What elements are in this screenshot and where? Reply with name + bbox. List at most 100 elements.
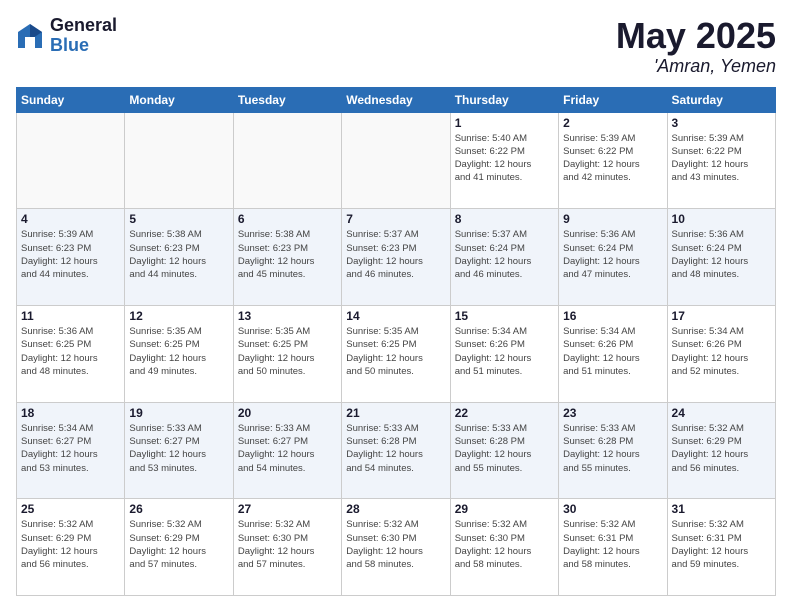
calendar-cell: 4Sunrise: 5:39 AM Sunset: 6:23 PM Daylig… <box>17 209 125 306</box>
col-sunday: Sunday <box>17 87 125 112</box>
calendar-row-2: 11 Sunrise: 5:36 AM Sunset: 6:25 PM Dayli… <box>17 305 776 402</box>
day-info: Sunrise: 5:40 AM Sunset: 6:22 PM Dayligh… <box>455 132 554 185</box>
day-number: 19 <box>129 406 228 420</box>
day-info: Sunrise: 5:36 AM Sunset: 6:24 PM Dayligh… <box>672 228 771 281</box>
day-info: Sunrise: 5:33 AM Sunset: 6:27 PM Dayligh… <box>129 422 228 475</box>
col-saturday: Saturday <box>667 87 775 112</box>
day-number: 26 <box>129 502 228 516</box>
calendar-row-4: 25Sunrise: 5:32 AM Sunset: 6:29 PM Dayli… <box>17 499 776 596</box>
calendar-cell: 5 Sunrise: 5:38 AM Sunset: 6:23 PM Daylig… <box>125 209 233 306</box>
day-number: 17 <box>672 309 771 323</box>
day-info: Sunrise: 5:33 AM Sunset: 6:28 PM Dayligh… <box>563 422 662 475</box>
logo-general-text: General <box>50 16 117 36</box>
calendar-cell: 31Sunrise: 5:32 AM Sunset: 6:31 PM Dayli… <box>667 499 775 596</box>
calendar-table: Sunday Monday Tuesday Wednesday Thursday… <box>16 87 776 596</box>
day-info: Sunrise: 5:32 AM Sunset: 6:29 PM Dayligh… <box>129 518 228 571</box>
day-info: Sunrise: 5:36 AM Sunset: 6:25 PM Dayligh… <box>21 325 120 378</box>
day-info: Sunrise: 5:32 AM Sunset: 6:31 PM Dayligh… <box>563 518 662 571</box>
calendar-cell <box>17 112 125 209</box>
day-number: 12 <box>129 309 228 323</box>
logo-icon <box>16 22 44 50</box>
calendar-cell: 17 Sunrise: 5:34 AM Sunset: 6:26 PM Dayli… <box>667 305 775 402</box>
calendar-cell: 21Sunrise: 5:33 AM Sunset: 6:28 PM Dayli… <box>342 402 450 499</box>
logo: General Blue <box>16 16 117 56</box>
calendar-cell: 24 Sunrise: 5:32 AM Sunset: 6:29 PM Dayli… <box>667 402 775 499</box>
calendar-cell: 14 Sunrise: 5:35 AM Sunset: 6:25 PM Dayli… <box>342 305 450 402</box>
day-info: Sunrise: 5:32 AM Sunset: 6:30 PM Dayligh… <box>238 518 337 571</box>
calendar-cell: 3 Sunrise: 5:39 AM Sunset: 6:22 PM Daylig… <box>667 112 775 209</box>
calendar-cell: 12 Sunrise: 5:35 AM Sunset: 6:25 PM Dayli… <box>125 305 233 402</box>
page: General Blue May 2025 'Amran, Yemen Sund… <box>0 0 792 612</box>
calendar-cell: 16Sunrise: 5:34 AM Sunset: 6:26 PM Dayli… <box>559 305 667 402</box>
day-number: 10 <box>672 212 771 226</box>
calendar-cell <box>233 112 341 209</box>
day-info: Sunrise: 5:37 AM Sunset: 6:23 PM Dayligh… <box>346 228 445 281</box>
day-number: 22 <box>455 406 554 420</box>
day-info: Sunrise: 5:35 AM Sunset: 6:25 PM Dayligh… <box>238 325 337 378</box>
calendar-cell <box>342 112 450 209</box>
calendar-cell: 1Sunrise: 5:40 AM Sunset: 6:22 PM Daylig… <box>450 112 558 209</box>
day-number: 2 <box>563 116 662 130</box>
day-number: 29 <box>455 502 554 516</box>
day-number: 23 <box>563 406 662 420</box>
calendar-cell: 6 Sunrise: 5:38 AM Sunset: 6:23 PM Daylig… <box>233 209 341 306</box>
day-info: Sunrise: 5:39 AM Sunset: 6:23 PM Dayligh… <box>21 228 120 281</box>
logo-text: General Blue <box>50 16 117 56</box>
day-info: Sunrise: 5:33 AM Sunset: 6:28 PM Dayligh… <box>346 422 445 475</box>
title-month: May 2025 <box>616 16 776 56</box>
day-info: Sunrise: 5:32 AM Sunset: 6:29 PM Dayligh… <box>672 422 771 475</box>
day-info: Sunrise: 5:38 AM Sunset: 6:23 PM Dayligh… <box>129 228 228 281</box>
day-number: 15 <box>455 309 554 323</box>
calendar-cell: 18Sunrise: 5:34 AM Sunset: 6:27 PM Dayli… <box>17 402 125 499</box>
day-info: Sunrise: 5:38 AM Sunset: 6:23 PM Dayligh… <box>238 228 337 281</box>
day-info: Sunrise: 5:32 AM Sunset: 6:31 PM Dayligh… <box>672 518 771 571</box>
day-info: Sunrise: 5:32 AM Sunset: 6:30 PM Dayligh… <box>455 518 554 571</box>
day-info: Sunrise: 5:39 AM Sunset: 6:22 PM Dayligh… <box>672 132 771 185</box>
calendar-cell: 19 Sunrise: 5:33 AM Sunset: 6:27 PM Dayli… <box>125 402 233 499</box>
calendar-cell: 25Sunrise: 5:32 AM Sunset: 6:29 PM Dayli… <box>17 499 125 596</box>
calendar-cell: 29 Sunrise: 5:32 AM Sunset: 6:30 PM Dayli… <box>450 499 558 596</box>
calendar-header-row: Sunday Monday Tuesday Wednesday Thursday… <box>17 87 776 112</box>
calendar-cell: 30Sunrise: 5:32 AM Sunset: 6:31 PM Dayli… <box>559 499 667 596</box>
calendar-cell: 7 Sunrise: 5:37 AM Sunset: 6:23 PM Daylig… <box>342 209 450 306</box>
day-number: 11 <box>21 309 120 323</box>
calendar-cell: 2 Sunrise: 5:39 AM Sunset: 6:22 PM Daylig… <box>559 112 667 209</box>
day-number: 3 <box>672 116 771 130</box>
logo-blue-text: Blue <box>50 36 117 56</box>
day-number: 5 <box>129 212 228 226</box>
calendar-cell <box>125 112 233 209</box>
day-info: Sunrise: 5:32 AM Sunset: 6:29 PM Dayligh… <box>21 518 120 571</box>
day-number: 18 <box>21 406 120 420</box>
calendar-cell: 15 Sunrise: 5:34 AM Sunset: 6:26 PM Dayli… <box>450 305 558 402</box>
day-info: Sunrise: 5:33 AM Sunset: 6:27 PM Dayligh… <box>238 422 337 475</box>
col-friday: Friday <box>559 87 667 112</box>
day-number: 7 <box>346 212 445 226</box>
title-location: 'Amran, Yemen <box>616 56 776 77</box>
calendar-row-1: 4Sunrise: 5:39 AM Sunset: 6:23 PM Daylig… <box>17 209 776 306</box>
day-number: 8 <box>455 212 554 226</box>
col-monday: Monday <box>125 87 233 112</box>
day-info: Sunrise: 5:34 AM Sunset: 6:26 PM Dayligh… <box>455 325 554 378</box>
col-thursday: Thursday <box>450 87 558 112</box>
day-number: 24 <box>672 406 771 420</box>
day-info: Sunrise: 5:35 AM Sunset: 6:25 PM Dayligh… <box>129 325 228 378</box>
day-info: Sunrise: 5:39 AM Sunset: 6:22 PM Dayligh… <box>563 132 662 185</box>
day-info: Sunrise: 5:36 AM Sunset: 6:24 PM Dayligh… <box>563 228 662 281</box>
day-number: 28 <box>346 502 445 516</box>
header: General Blue May 2025 'Amran, Yemen <box>16 16 776 77</box>
calendar-cell: 11 Sunrise: 5:36 AM Sunset: 6:25 PM Dayli… <box>17 305 125 402</box>
calendar-cell: 28 Sunrise: 5:32 AM Sunset: 6:30 PM Dayli… <box>342 499 450 596</box>
day-info: Sunrise: 5:33 AM Sunset: 6:28 PM Dayligh… <box>455 422 554 475</box>
day-info: Sunrise: 5:32 AM Sunset: 6:30 PM Dayligh… <box>346 518 445 571</box>
calendar-row-3: 18Sunrise: 5:34 AM Sunset: 6:27 PM Dayli… <box>17 402 776 499</box>
day-info: Sunrise: 5:34 AM Sunset: 6:26 PM Dayligh… <box>672 325 771 378</box>
calendar-cell: 13Sunrise: 5:35 AM Sunset: 6:25 PM Dayli… <box>233 305 341 402</box>
calendar-cell: 20 Sunrise: 5:33 AM Sunset: 6:27 PM Dayli… <box>233 402 341 499</box>
day-info: Sunrise: 5:35 AM Sunset: 6:25 PM Dayligh… <box>346 325 445 378</box>
calendar-cell: 27Sunrise: 5:32 AM Sunset: 6:30 PM Dayli… <box>233 499 341 596</box>
calendar-row-0: 1Sunrise: 5:40 AM Sunset: 6:22 PM Daylig… <box>17 112 776 209</box>
title-block: May 2025 'Amran, Yemen <box>616 16 776 77</box>
day-number: 6 <box>238 212 337 226</box>
day-number: 20 <box>238 406 337 420</box>
day-number: 14 <box>346 309 445 323</box>
